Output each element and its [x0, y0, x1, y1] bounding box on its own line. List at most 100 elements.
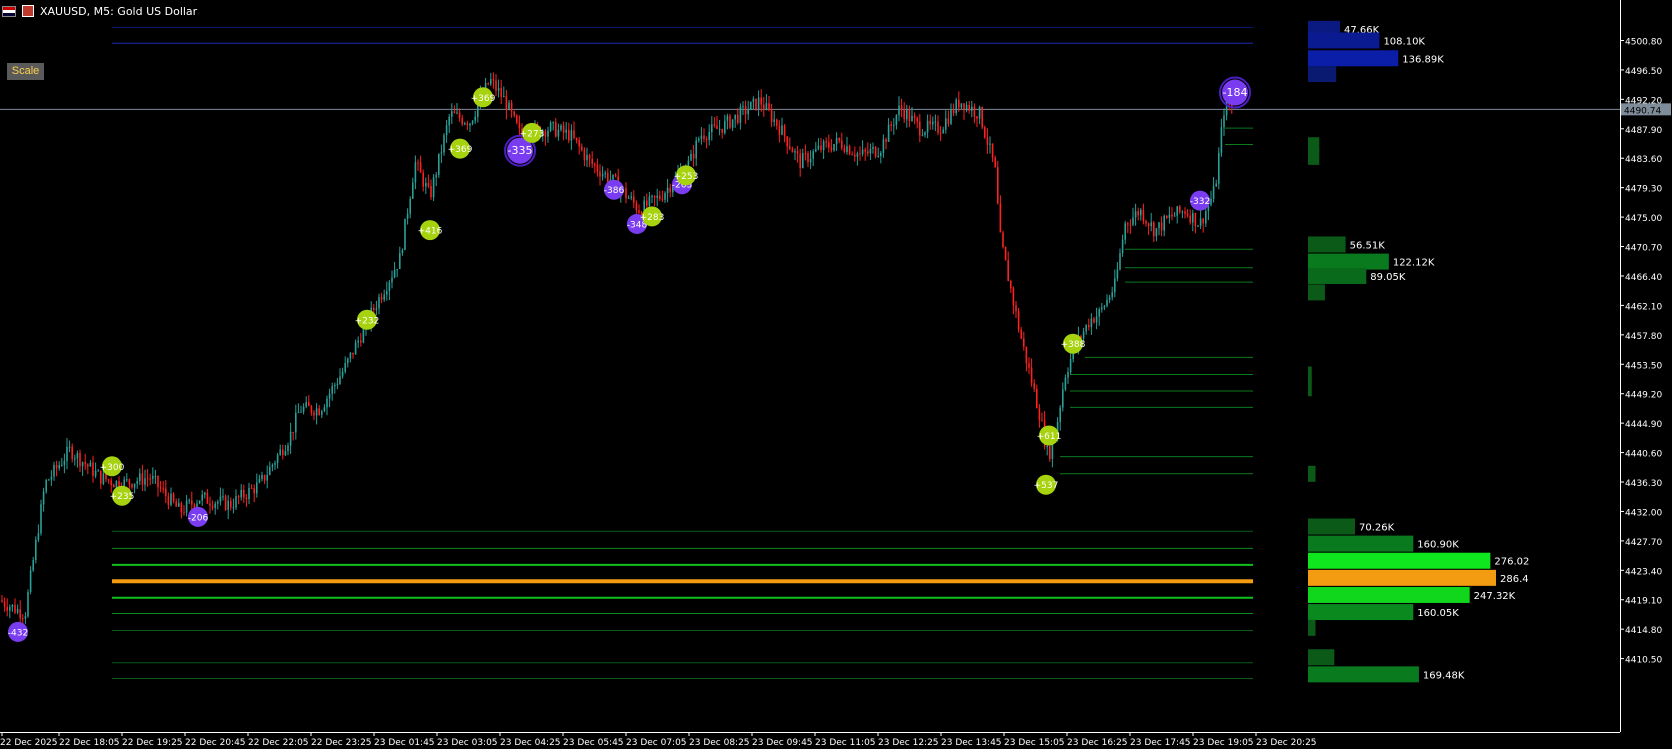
volume-profile-bar — [1308, 284, 1325, 301]
candle-body — [292, 431, 294, 433]
candle-body — [926, 120, 929, 133]
candle-body — [219, 496, 222, 502]
candle-body — [718, 128, 721, 130]
candle-body — [1023, 338, 1025, 347]
candle-body — [669, 187, 671, 193]
candle-body — [825, 141, 827, 143]
trade-bubble-label: +253 — [674, 172, 699, 182]
candle-body — [750, 101, 752, 110]
candle-body — [570, 130, 573, 141]
candle-body — [708, 132, 710, 140]
chart-title-bar: XAUUSD, M5: Gold US Dollar — [0, 0, 197, 22]
candle-body — [313, 412, 315, 416]
candle-body — [9, 607, 11, 611]
price-axis[interactable] — [1620, 0, 1672, 732]
candle-body — [1028, 363, 1030, 368]
candle-body — [230, 500, 232, 508]
candle-body — [1059, 407, 1061, 423]
candle-body — [1199, 218, 1202, 226]
candle-body — [412, 182, 414, 199]
candle-body — [48, 479, 50, 481]
candle-body — [716, 125, 718, 129]
candle-body — [711, 124, 713, 133]
candle-body — [1015, 305, 1017, 312]
candle-body — [74, 458, 76, 460]
trade-bubble-label: +273 — [520, 129, 545, 139]
candle-body — [934, 121, 937, 123]
candle-body — [768, 103, 770, 110]
candle-body — [695, 140, 697, 159]
candle-body — [37, 533, 40, 540]
candle-body — [326, 398, 328, 408]
candle-body — [690, 153, 692, 161]
trade-bubble-label: -332 — [1190, 197, 1210, 207]
candle-body — [445, 125, 448, 136]
candle-body — [248, 487, 250, 500]
candle-body — [841, 140, 843, 148]
price-chart[interactable]: 47.66K108.10K136.89K56.51K122.12K89.05K7… — [0, 0, 1672, 748]
candle-body — [1197, 225, 1199, 227]
candle-body — [986, 137, 989, 145]
candle-body — [867, 151, 869, 154]
candle-body — [287, 445, 289, 451]
candle-body — [1030, 367, 1033, 384]
candle-body — [984, 127, 986, 138]
trade-bubble-label: +283 — [640, 213, 665, 223]
candle-body — [297, 412, 300, 414]
candle-body — [783, 125, 786, 137]
candle-body — [1082, 331, 1085, 339]
candle-body — [32, 560, 34, 571]
candle-body — [786, 136, 788, 147]
candle-body — [76, 453, 79, 459]
candle-body — [1106, 299, 1108, 307]
candle-body — [518, 123, 521, 129]
candle-body — [71, 446, 73, 460]
candle-body — [310, 406, 313, 413]
scale-button[interactable]: Scale — [7, 63, 44, 80]
candle-body — [193, 504, 196, 508]
candle-body — [737, 114, 739, 123]
time-axis[interactable] — [0, 732, 1620, 749]
candle-body — [380, 297, 383, 300]
candle-body — [937, 121, 939, 133]
volume-profile-bar — [1308, 535, 1414, 552]
candle-body — [965, 104, 968, 111]
volume-profile-label: 247.32K — [1474, 591, 1516, 602]
candle-body — [438, 153, 440, 175]
candle-body — [102, 473, 105, 484]
candle-body — [1085, 324, 1087, 332]
candle-body — [999, 203, 1002, 233]
candle-body — [851, 154, 853, 156]
candle-body — [968, 104, 970, 111]
candle-body — [63, 460, 66, 466]
candle-body — [594, 164, 596, 166]
candle-body — [315, 408, 318, 416]
candle-body — [113, 485, 115, 488]
candle-body — [505, 95, 508, 111]
candle-body — [757, 97, 760, 110]
candle-body — [451, 111, 453, 117]
candle-body — [633, 196, 635, 203]
candle-body — [560, 125, 562, 130]
volume-profile-bar — [1308, 380, 1312, 397]
candle-body — [393, 270, 396, 278]
candle-body — [815, 149, 817, 152]
candle-body — [1069, 359, 1072, 373]
candle-body — [1150, 222, 1152, 227]
candle-body — [1132, 217, 1134, 225]
candle-body — [799, 153, 801, 169]
candle-body — [581, 146, 583, 151]
candle-body — [282, 449, 284, 456]
chart-window[interactable]: 47.66K 108.10K 136.89K 56.51K 122.12K 89.05K 7… — [0, 0, 1672, 748]
candle-body — [848, 146, 851, 155]
trade-bubble-label: +300 — [100, 463, 125, 473]
candle-body — [126, 479, 128, 481]
candle-body — [1147, 223, 1150, 227]
candle-body — [115, 480, 118, 488]
candle-body — [305, 402, 307, 407]
candle-body — [172, 493, 175, 502]
volume-profile-label: 108.10K — [1383, 36, 1425, 47]
candle-body — [141, 473, 144, 485]
candle-body — [204, 492, 206, 495]
candle-body — [976, 116, 978, 119]
